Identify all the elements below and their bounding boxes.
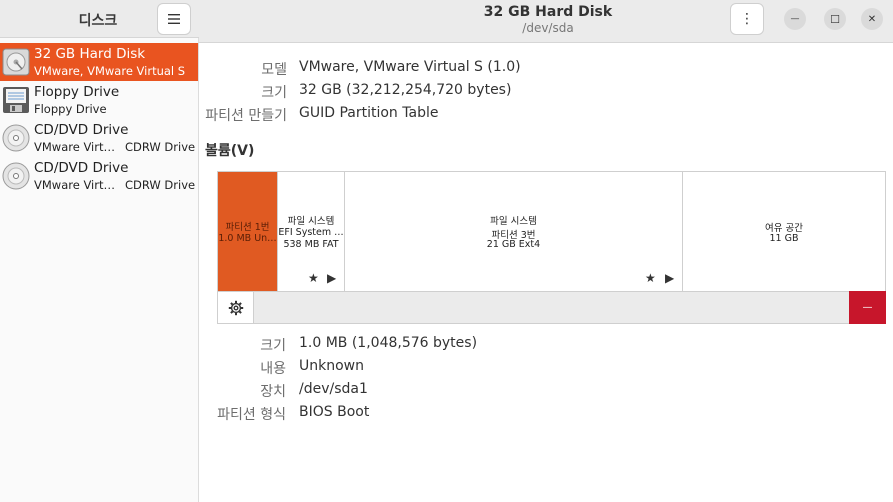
drive-name: Floppy Drive [34,84,120,100]
drive-name: 32 GB Hard Disk [34,46,146,62]
segment-line: 11 GB [769,233,799,244]
maximize-button[interactable]: ☐ [824,8,846,30]
drive-sidebar: 디스크 32 GB Hard Disk VMware, VMware Virtu… [0,0,199,502]
drive-item-cdrom-1[interactable]: CD/DVD Drive VMware Virt… CDRW Drive [0,119,198,157]
drive-description: VMware Virt… [34,140,115,154]
drive-item-cdrom-2[interactable]: CD/DVD Drive VMware Virt… CDRW Drive [0,157,198,195]
star-icon: ★ [308,271,319,285]
drive-type: CDRW Drive [125,178,196,192]
partitioning-value: GUID Partition Table [299,105,439,121]
device-value: /dev/sda1 [299,381,368,397]
drive-options-button[interactable]: ⋮ [730,3,764,35]
drive-description: VMware, VMware Virtual S [34,64,186,78]
star-icon: ★ [645,271,656,285]
content-value: Unknown [299,358,364,374]
segment-line: EFI System … [278,227,344,238]
drive-type: CDRW Drive [125,140,196,154]
partition-size-label: 크기 [260,338,286,354]
free-space-segment[interactable]: 여유 공간 11 GB [683,172,885,291]
main-menu-button[interactable] [157,3,191,35]
drive-description: Floppy Drive [34,102,107,116]
drive-name: CD/DVD Drive [34,122,129,138]
partition-1-segment[interactable]: 파티션 1번 1.0 MB Un… [218,172,278,291]
play-icon: ▶ [327,271,337,285]
sidebar-header: 디스크 [0,0,199,38]
partition-type-label: 파티션 형식 [217,407,286,423]
partition-3-segment[interactable]: 파일 시스템 파티션 3번 21 GB Ext4 ★ ▶ [345,172,683,291]
hamburger-menu-icon [168,14,180,24]
drive-name: CD/DVD Drive [34,160,129,176]
content-label: 내용 [260,361,286,377]
device-label: 장치 [260,384,286,400]
segment-line: 1.0 MB Un… [218,233,277,244]
optical-disc-icon [2,162,30,190]
segment-line: 파일 시스템 [287,216,335,227]
volume-toolbar: — [217,291,886,324]
close-icon: ✕ [867,13,877,25]
drive-list: 32 GB Hard Disk VMware, VMware Virtual S… [0,43,198,195]
window-header: 32 GB Hard Disk /dev/sda ⋮ — ☐ ✕ [199,0,893,43]
size-value: 32 GB (32,212,254,720 bytes) [299,82,512,98]
optical-disc-icon [2,124,30,152]
segment-line: 파티션 1번 [225,222,270,233]
segment-line: 538 MB FAT [283,239,339,250]
minimize-button[interactable]: — [784,8,806,30]
gear-icon [228,300,243,315]
volumes-heading: 볼륨(V) [205,143,255,159]
kebab-menu-icon: ⋮ [740,11,754,27]
play-icon: ▶ [665,271,675,285]
partitioning-label: 파티션 만들기 [205,108,287,124]
partition-size-value: 1.0 MB (1,048,576 bytes) [299,335,478,351]
model-value: VMware, VMware Virtual S (1.0) [299,59,521,75]
maximize-icon: ☐ [830,12,840,26]
segment-line: 21 GB Ext4 [486,239,541,250]
segment-line: 여유 공간 [765,223,803,234]
drive-item-hard-disk[interactable]: 32 GB Hard Disk VMware, VMware Virtual S [0,43,198,81]
drive-item-floppy[interactable]: Floppy Drive Floppy Drive [0,81,198,119]
minimize-icon: — [790,14,800,24]
partition-settings-button[interactable] [218,292,254,323]
volume-map: 파티션 1번 1.0 MB Un… 파일 시스템 EFI System … 53… [217,171,886,292]
size-label: 크기 [261,85,287,101]
drive-description: VMware Virt… [34,178,115,192]
close-button[interactable]: ✕ [861,8,883,30]
model-label: 모델 [261,62,287,78]
floppy-icon [3,87,29,113]
hard-disk-icon [2,48,30,76]
delete-partition-button[interactable]: — [849,291,886,324]
minus-icon: — [862,302,873,313]
segment-line: 파일 시스템 [490,216,537,227]
partition-type-value: BIOS Boot [299,404,370,420]
partition-2-segment[interactable]: 파일 시스템 EFI System … 538 MB FAT ★ ▶ [278,172,345,291]
